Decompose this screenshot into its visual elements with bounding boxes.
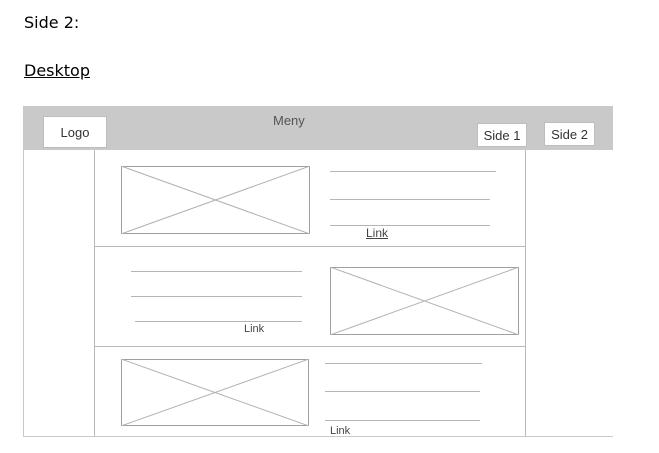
menu-label[interactable]: Meny	[273, 113, 305, 128]
text-line	[131, 271, 302, 272]
text-line	[325, 363, 482, 364]
row-divider	[95, 346, 525, 347]
text-line	[325, 420, 480, 421]
text-line	[330, 199, 490, 200]
row-1-link[interactable]: Link	[366, 226, 388, 240]
wireframe-desktop: Logo Meny Side 1 Side 2 Link Link Link	[23, 106, 613, 437]
image-placeholder-icon	[121, 359, 309, 426]
text-line	[330, 225, 490, 226]
page-subheading: Desktop	[24, 61, 90, 80]
text-line	[131, 296, 302, 297]
content-column: Link Link Link	[94, 150, 526, 437]
row-divider	[95, 246, 525, 247]
text-line	[135, 321, 302, 322]
nav-side-2-button[interactable]: Side 2	[544, 122, 595, 146]
logo[interactable]: Logo	[43, 116, 107, 148]
image-placeholder-icon	[121, 166, 310, 234]
nav-side-1-button[interactable]: Side 1	[477, 123, 527, 147]
row-2-link[interactable]: Link	[244, 323, 264, 335]
page-heading: Side 2:	[24, 13, 80, 32]
bottom-border	[24, 436, 613, 437]
header-bar: Logo Meny Side 1 Side 2	[24, 106, 613, 150]
text-line	[325, 391, 480, 392]
image-placeholder-icon	[330, 267, 519, 335]
text-line	[330, 171, 496, 172]
